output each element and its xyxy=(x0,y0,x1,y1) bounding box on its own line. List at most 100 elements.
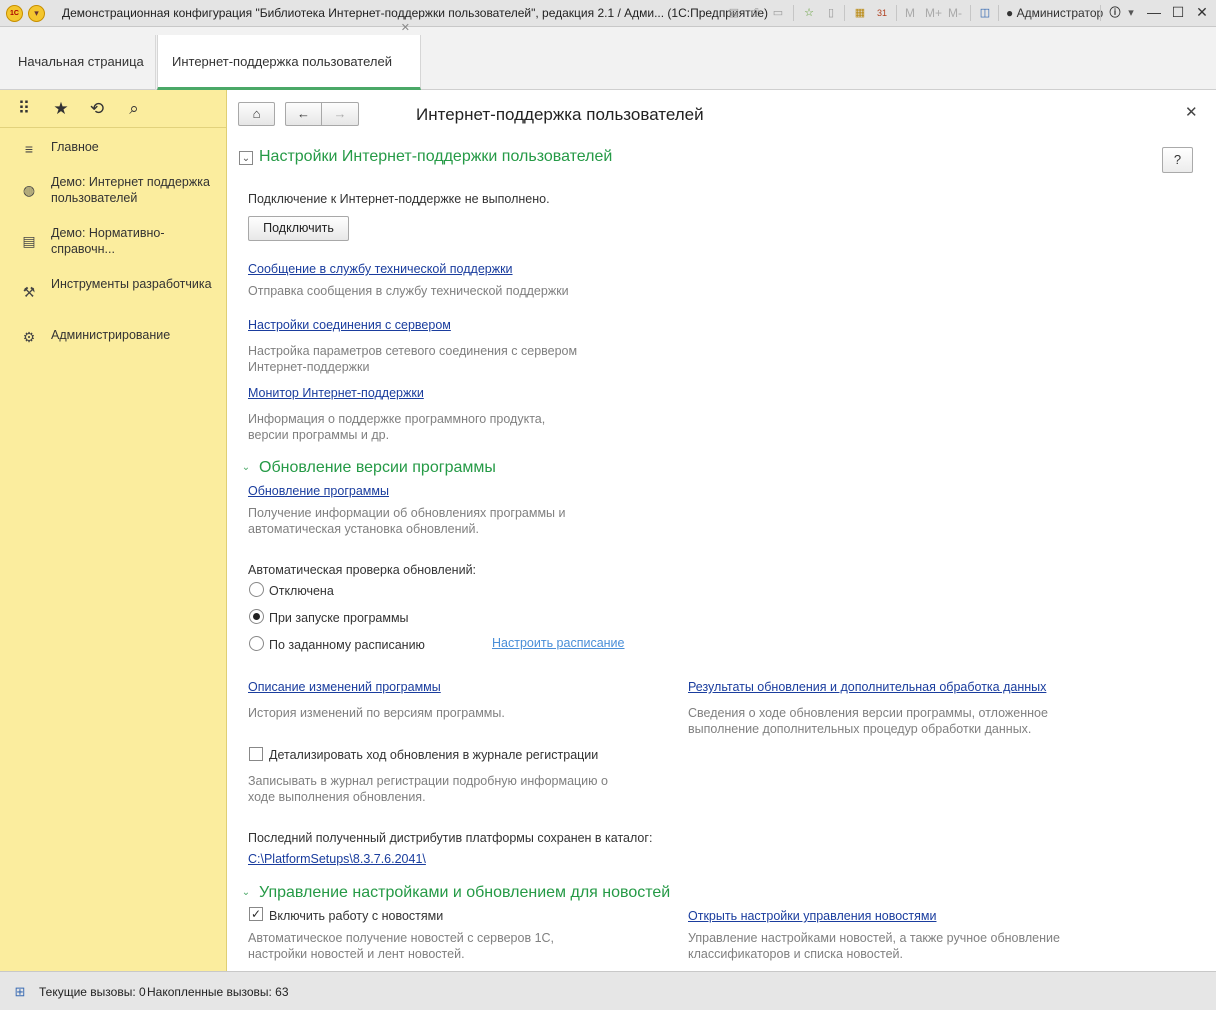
detail-log-label[interactable]: Детализировать ход обновления в журнале … xyxy=(269,748,598,762)
print-icon[interactable]: ⎙ xyxy=(749,6,763,20)
memory-mminus-button[interactable]: M- xyxy=(948,6,962,20)
toolbar-separator xyxy=(998,5,999,21)
main-menu-icon[interactable]: ▾ xyxy=(28,5,45,22)
sidebar-item-demo-support[interactable]: ◍ Демо: Интернет поддержка пользователей xyxy=(0,174,226,208)
enable-news-label[interactable]: Включить работу с новостями xyxy=(269,909,443,923)
group-title-news[interactable]: Управление настройками и обновлением для… xyxy=(259,884,670,902)
search-icon[interactable]: ⌕ xyxy=(124,99,144,119)
sidebar-item-label: Демо: Нормативно-справочн... xyxy=(51,226,165,256)
arrow-right-icon: → xyxy=(333,106,347,121)
enable-news-desc: Автоматическое получение новостей с серв… xyxy=(248,931,555,961)
wrench-icon: ⚒ xyxy=(22,284,36,300)
documents-icon: ▤ xyxy=(22,233,36,249)
sidebar-toolbar: ⠿ ★ ⟲ ⌕ xyxy=(0,90,226,128)
app-logo-icon[interactable]: 1C xyxy=(6,5,23,22)
changes-description-desc: История изменений по версиям программы. xyxy=(248,706,505,720)
chevron-down-icon[interactable]: ▾ xyxy=(1124,6,1138,20)
sidebar-item-label: Демо: Интернет поддержка пользователей xyxy=(51,175,210,205)
user-icon: ● xyxy=(1006,6,1014,20)
home-icon: ⌂ xyxy=(252,106,261,121)
support-message-link[interactable]: Сообщение в службу технической поддержки xyxy=(248,262,513,276)
sidebar-item-dev-tools[interactable]: ⚒ Инструменты разработчика xyxy=(0,276,226,310)
title-bar: 1C ▾ Демонстрационная конфигурация "Библ… xyxy=(0,0,1216,27)
user-name: Администратор xyxy=(1016,6,1104,20)
radio-scheduled[interactable] xyxy=(249,636,264,651)
globe-icon: ◍ xyxy=(22,182,36,198)
tab-close-icon[interactable]: ✕ xyxy=(401,21,410,35)
current-user[interactable]: ● Администратор xyxy=(1006,6,1103,20)
group-title-settings[interactable]: Настройки Интернет-поддержки пользовател… xyxy=(259,148,612,166)
update-results-link[interactable]: Результаты обновления и дополнительная о… xyxy=(688,680,1046,694)
window-title: Демонстрационная конфигурация "Библиотек… xyxy=(62,6,769,20)
support-message-desc: Отправка сообщения в службу технической … xyxy=(248,284,569,298)
form-title: Интернет-поддержка пользователей xyxy=(416,105,704,124)
connect-button[interactable]: Подключить xyxy=(248,216,349,241)
sidebar-item-demo-reference[interactable]: ▤ Демо: Нормативно-справочн... xyxy=(0,225,226,259)
group-title-update[interactable]: Обновление версии программы xyxy=(259,459,496,477)
server-settings-desc: Настройка параметров сетевого соединения… xyxy=(248,344,578,374)
sidebar-item-main[interactable]: ≡ Главное xyxy=(0,139,226,159)
maximize-button[interactable]: ☐ xyxy=(1170,4,1186,21)
favorites-add-icon[interactable]: ☆ xyxy=(802,6,816,20)
support-monitor-desc: Информация о поддержке программного прод… xyxy=(248,412,546,442)
history-icon[interactable]: ⟲ xyxy=(87,99,107,119)
sidebar-item-label: Администрирование xyxy=(51,328,171,342)
configure-schedule-link[interactable]: Настроить расписание xyxy=(492,636,625,650)
info-icon[interactable]: ⓘ xyxy=(1108,6,1122,20)
memory-mplus-button[interactable]: M+ xyxy=(925,6,942,20)
program-update-link[interactable]: Обновление программы xyxy=(248,484,389,498)
collapse-update-icon[interactable]: ⌄ xyxy=(239,461,253,475)
server-settings-link[interactable]: Настройки соединения с сервером xyxy=(248,318,451,332)
collapse-news-icon[interactable]: ⌄ xyxy=(239,886,253,900)
toolbar-separator xyxy=(1100,5,1101,21)
gear-icon: ⚙ xyxy=(22,329,36,345)
distribution-path-link[interactable]: C:\PlatformSetups\8.3.7.6.2041\ xyxy=(248,852,426,866)
current-calls: Текущие вызовы: 0 xyxy=(39,985,146,999)
sidebar-item-label: Главное xyxy=(51,140,99,154)
detail-log-desc: Записывать в журнал регистрации подробну… xyxy=(248,774,608,804)
radio-disabled-label[interactable]: Отключена xyxy=(269,584,334,598)
close-form-icon[interactable]: ✕ xyxy=(1185,103,1198,121)
program-update-desc: Получение информации об обновлениях прог… xyxy=(248,506,566,536)
panels-icon[interactable]: ◫ xyxy=(978,6,992,20)
distribution-label: Последний полученный дистрибутив платфор… xyxy=(248,831,653,845)
tab-home[interactable]: Начальная страница xyxy=(4,35,156,90)
tabs-bar: Начальная страница Интернет-поддержка по… xyxy=(0,22,1216,90)
tab-label: Интернет-поддержка пользователей xyxy=(172,54,392,69)
auto-check-label: Автоматическая проверка обновлений: xyxy=(248,563,477,577)
collapse-settings-icon[interactable]: ⌄ xyxy=(239,151,253,165)
radio-scheduled-label[interactable]: По заданному расписанию xyxy=(269,638,425,652)
support-monitor-link[interactable]: Монитор Интернет-поддержки xyxy=(248,386,424,400)
server-calls-icon[interactable]: ⊞ xyxy=(12,984,28,999)
home-button[interactable]: ⌂ xyxy=(238,102,275,126)
status-bar: ⊞ Текущие вызовы: 0 Накопленные вызовы: … xyxy=(0,971,1216,1010)
toolbar-separator xyxy=(896,5,897,21)
memory-m-button[interactable]: M xyxy=(905,6,915,20)
form-area: ⌂ ← → Интернет-поддержка пользователей ✕… xyxy=(227,90,1216,971)
radio-on-startup[interactable] xyxy=(249,609,264,624)
calendar-icon[interactable]: 31 xyxy=(875,6,889,20)
save-icon[interactable]: ▤ xyxy=(727,6,741,20)
sidebar-item-administration[interactable]: ⚙ Администрирование xyxy=(0,327,226,347)
minimize-button[interactable]: — xyxy=(1146,4,1162,21)
toolbar-separator xyxy=(970,5,971,21)
accumulated-calls: Накопленные вызовы: 63 xyxy=(147,985,289,999)
all-functions-grid-icon[interactable]: ⠿ xyxy=(14,99,34,119)
preview-icon[interactable]: ▭ xyxy=(771,6,785,20)
star-icon[interactable]: ★ xyxy=(51,99,71,119)
news-settings-link[interactable]: Открыть настройки управления новостями xyxy=(688,909,936,923)
bookmark-icon[interactable]: ▯ xyxy=(824,6,838,20)
back-button[interactable]: ← xyxy=(285,102,322,126)
radio-disabled[interactable] xyxy=(249,582,264,597)
help-button[interactable]: ? xyxy=(1162,147,1193,173)
enable-news-checkbox[interactable]: ✓ xyxy=(249,907,263,921)
close-window-button[interactable]: ✕ xyxy=(1194,4,1210,21)
calculator-icon[interactable]: ▦ xyxy=(853,6,867,20)
changes-description-link[interactable]: Описание изменений программы xyxy=(248,680,441,694)
menu-lines-icon: ≡ xyxy=(24,141,34,157)
tab-internet-support[interactable]: Интернет-поддержка пользователей ✕ xyxy=(157,22,421,90)
radio-on-startup-label[interactable]: При запуске программы xyxy=(269,611,409,625)
forward-button[interactable]: → xyxy=(321,102,359,126)
news-settings-desc: Управление настройками новостей, а также… xyxy=(688,931,1060,961)
detail-log-checkbox[interactable] xyxy=(249,747,263,761)
